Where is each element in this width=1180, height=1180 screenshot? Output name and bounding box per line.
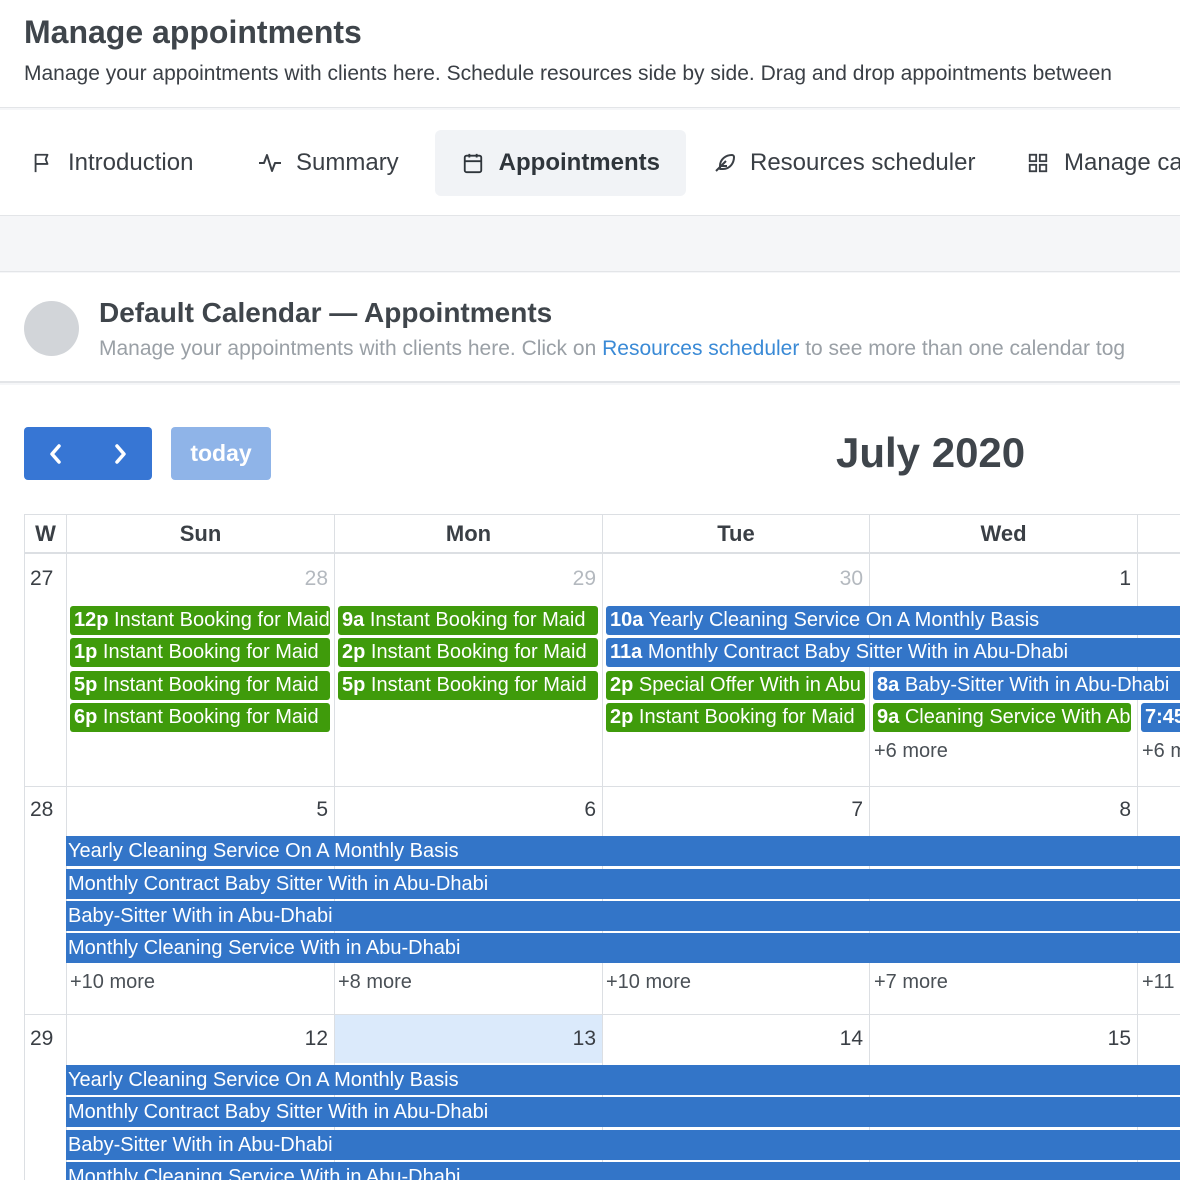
tab-manage-calendars[interactable]: Manage ca <box>1000 130 1180 196</box>
month-title: July 2020 <box>836 429 1026 476</box>
more-link[interactable]: +7 more <box>874 971 948 994</box>
event-bar[interactable]: Yearly Cleaning Service On A Monthly Bas… <box>66 1065 1180 1095</box>
calendar-body: today July 2020 W Sun Mon Tue Wed 27 28 … <box>0 385 1180 1180</box>
event-bar[interactable]: Baby-Sitter With in Abu-Dhabi <box>66 1130 1180 1160</box>
day-number[interactable]: 13 <box>556 1027 596 1051</box>
event[interactable]: 12p Instant Booking for Maid <box>70 606 330 635</box>
tab-label: Introduction <box>68 149 194 176</box>
day-header-wed: Wed <box>869 515 1137 553</box>
event[interactable]: 5p Instant Booking for Maid <box>70 671 330 700</box>
page-subtitle: Manage your appointments with clients he… <box>24 62 1112 85</box>
day-number[interactable]: 12 <box>288 1027 328 1051</box>
tab-resources-scheduler[interactable]: Resources scheduler <box>686 130 1001 196</box>
week-column-header: W <box>24 515 66 553</box>
calendar-header: Default Calendar — Appointments Manage y… <box>0 273 1180 383</box>
chevron-left-icon <box>50 443 61 464</box>
event-bar[interactable]: Monthly Contract Baby Sitter With in Abu… <box>66 869 1180 899</box>
event-bar[interactable]: Monthly Cleaning Service With in Abu-Dha… <box>66 933 1180 963</box>
event[interactable]: 5p Instant Booking for Maid <box>338 671 598 700</box>
day-number[interactable]: 1 <box>1091 567 1131 591</box>
tab-label: Summary <box>296 149 399 176</box>
more-link[interactable]: +6 more <box>874 740 948 763</box>
event[interactable]: 11a Monthly Contract Baby Sitter With in… <box>606 638 1180 667</box>
event[interactable]: 8a Baby-Sitter With in Abu-Dhabi <box>873 671 1180 700</box>
more-link[interactable]: +10 more <box>70 971 155 994</box>
event-bar[interactable]: Baby-Sitter With in Abu-Dhabi <box>66 901 1180 931</box>
event[interactable]: 1p Instant Booking for Maid <box>70 638 330 667</box>
event[interactable]: 9a Instant Booking for Maid <box>338 606 598 635</box>
day-header-row: W Sun Mon Tue Wed <box>24 514 1180 554</box>
tab-label: Manage ca <box>1064 149 1180 176</box>
nav-button-group <box>24 427 152 480</box>
day-number[interactable]: 29 <box>556 567 596 591</box>
day-header-mon: Mon <box>334 515 602 553</box>
day-number[interactable]: 28 <box>288 567 328 591</box>
activity-icon <box>258 151 282 175</box>
tab-label: Resources scheduler <box>750 149 976 176</box>
event[interactable]: 2p Instant Booking for Maid <box>338 638 598 667</box>
month-grid: W Sun Mon Tue Wed 27 28 29 30 1 12p Inst… <box>24 514 1180 1180</box>
tab-appointments[interactable]: Appointments <box>435 130 686 196</box>
grid-icon <box>1026 151 1050 175</box>
today-button[interactable]: today <box>171 427 271 480</box>
event[interactable]: 9a Cleaning Service With Ab <box>873 703 1131 732</box>
day-number[interactable]: 14 <box>823 1027 863 1051</box>
day-number[interactable]: 5 <box>288 798 328 822</box>
prev-button[interactable] <box>24 427 88 480</box>
week-number[interactable]: 28 <box>30 798 53 822</box>
event[interactable]: 10a Yearly Cleaning Service On A Monthly… <box>606 606 1180 635</box>
flag-icon <box>30 151 54 175</box>
more-link[interactable]: +6 m <box>1142 740 1180 763</box>
next-button[interactable] <box>88 427 152 480</box>
resources-scheduler-link[interactable]: Resources scheduler <box>602 337 799 360</box>
page-title: Manage appointments <box>24 14 362 50</box>
chevron-right-icon <box>115 443 126 464</box>
tab-introduction[interactable]: Introduction <box>4 130 219 196</box>
avatar <box>24 301 79 356</box>
day-number[interactable]: 30 <box>823 567 863 591</box>
tab-summary[interactable]: Summary <box>232 130 425 196</box>
more-link[interactable]: +10 more <box>606 971 691 994</box>
day-number[interactable]: 8 <box>1091 798 1131 822</box>
more-link[interactable]: +8 more <box>338 971 412 994</box>
calendar-icon <box>461 151 485 175</box>
event-bar[interactable]: Monthly Contract Baby Sitter With in Abu… <box>66 1097 1180 1127</box>
day-header-sun: Sun <box>66 515 334 553</box>
tab-label: Appointments <box>498 149 660 176</box>
event-bar[interactable]: Monthly Cleaning Service With in Abu-Dha… <box>66 1162 1180 1180</box>
calendar-description: Manage your appointments with clients he… <box>99 337 1126 360</box>
week-number[interactable]: 27 <box>30 567 53 591</box>
event[interactable]: 2p Instant Booking for Maid <box>606 703 865 732</box>
tab-bar: Introduction Summary Appointments Resour… <box>0 110 1180 216</box>
week-number[interactable]: 29 <box>30 1027 53 1051</box>
calendar-title: Default Calendar — Appointments <box>99 297 553 328</box>
day-number[interactable]: 7 <box>823 798 863 822</box>
more-link[interactable]: +11 <box>1142 971 1174 994</box>
event-bar[interactable]: Yearly Cleaning Service On A Monthly Bas… <box>66 836 1180 866</box>
day-number[interactable]: 6 <box>556 798 596 822</box>
day-number[interactable]: 15 <box>1091 1027 1131 1051</box>
feather-icon <box>712 151 736 175</box>
spacer-strip <box>0 217 1180 272</box>
event[interactable]: 6p Instant Booking for Maid <box>70 703 330 732</box>
day-header-thu <box>1137 515 1180 553</box>
page-header: Manage appointments Manage your appointm… <box>0 0 1180 108</box>
day-header-tue: Tue <box>602 515 869 553</box>
event[interactable]: 2p Special Offer With in Abu <box>606 671 865 700</box>
event[interactable]: 7:45 <box>1141 703 1180 732</box>
